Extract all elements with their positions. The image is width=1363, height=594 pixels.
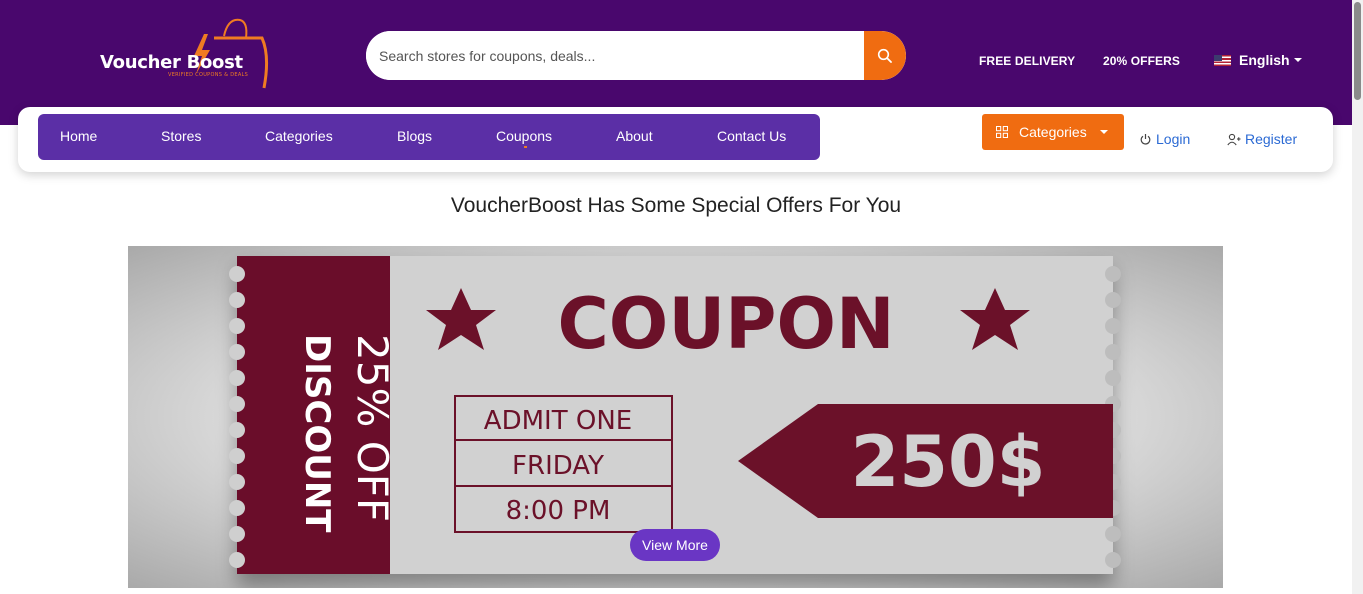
voucherboost-logo[interactable]: Voucher Boost VERIFIED COUPONS & DEALS <box>96 16 276 92</box>
grid-icon <box>996 126 1008 138</box>
power-icon <box>1140 133 1151 145</box>
us-flag-icon <box>1214 54 1231 66</box>
chevron-down-icon <box>1293 58 1302 62</box>
coupon-price: 250$ <box>851 421 1046 503</box>
categories-dropdown-button[interactable]: Categories <box>982 114 1124 150</box>
categories-button-label: Categories <box>1019 124 1087 140</box>
free-delivery-link[interactable]: FREE DELIVERY <box>979 54 1075 68</box>
page-heading: VoucherBoost Has Some Special Offers For… <box>450 194 902 217</box>
main-nav: Home Stores Categories Blogs Coupons Abo… <box>38 114 820 160</box>
scrollbar-thumb[interactable] <box>1354 2 1361 100</box>
register-label: Register <box>1245 131 1298 147</box>
nav-item-stores[interactable]: Stores <box>161 128 201 144</box>
login-link[interactable]: Login <box>1139 131 1190 147</box>
logo-tagline: VERIFIED COUPONS & DEALS <box>168 72 249 78</box>
coupon-row-2: FRIDAY <box>512 451 604 481</box>
language-label: English <box>1239 52 1290 68</box>
offers-link[interactable]: 20% OFFERS <box>1103 54 1180 68</box>
coupon-row-1: ADMIT ONE <box>484 406 632 436</box>
coupon-row-3: 8:00 PM <box>506 496 611 526</box>
nav-item-coupons[interactable]: Coupons <box>496 128 552 144</box>
coupon-title: COUPON <box>557 283 894 365</box>
register-link[interactable]: Register <box>1227 131 1297 147</box>
nav-item-about[interactable]: About <box>616 128 653 144</box>
add-user-icon <box>1227 133 1241 145</box>
coupon-side-big: 25% OFF <box>348 334 397 522</box>
login-label: Login <box>1156 131 1191 147</box>
nav-item-home[interactable]: Home <box>60 128 97 144</box>
search-bar <box>366 31 906 80</box>
nav-item-contact-us[interactable]: Contact Us <box>717 128 786 144</box>
logo-wordmark: Voucher Boost <box>100 52 243 73</box>
page-scrollbar[interactable] <box>1352 0 1363 594</box>
nav-item-categories[interactable]: Categories <box>265 128 333 144</box>
active-indicator <box>524 146 527 148</box>
language-selector[interactable]: English <box>1214 52 1302 68</box>
coupon-side-small: DISCOUNT <box>297 334 337 533</box>
nav-item-blogs[interactable]: Blogs <box>397 128 432 144</box>
search-icon <box>877 48 892 63</box>
search-input[interactable] <box>366 31 864 80</box>
chevron-down-icon <box>1099 130 1108 134</box>
view-more-button[interactable]: View More <box>630 529 720 561</box>
